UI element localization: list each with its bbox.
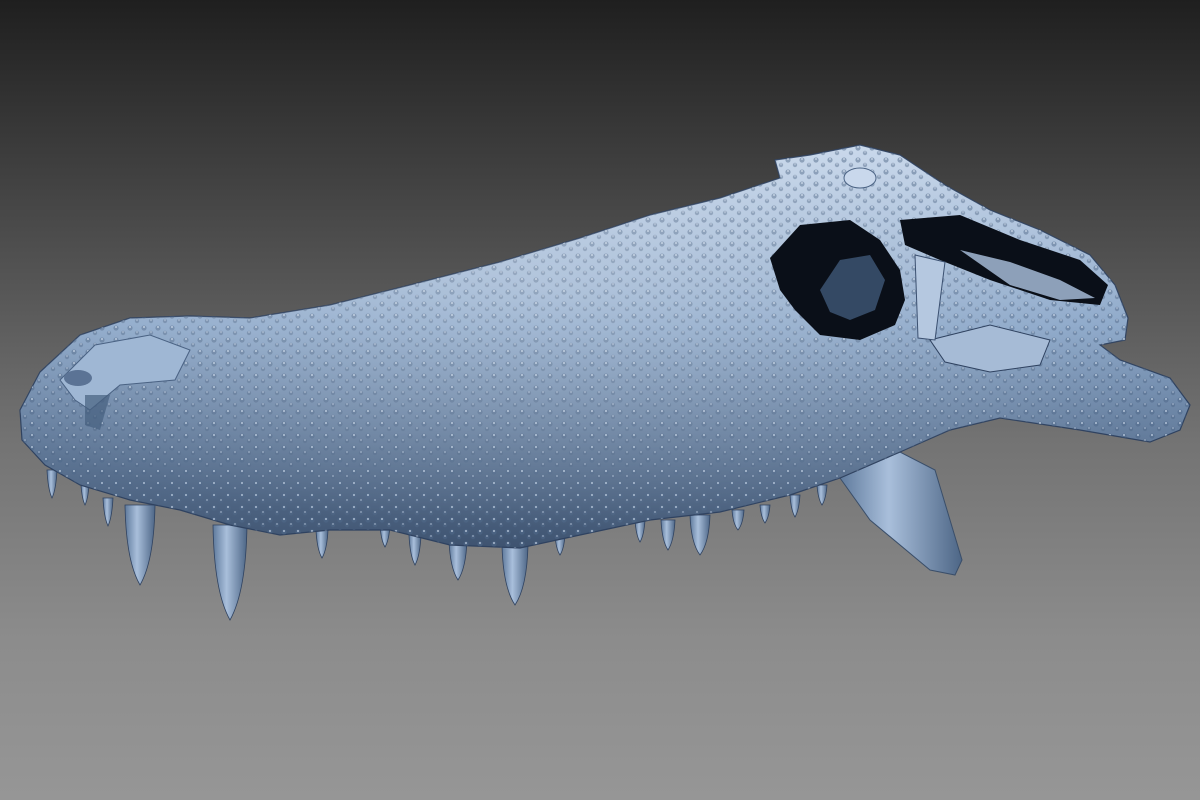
tooth: [124, 504, 156, 586]
tooth: [46, 469, 58, 499]
tooth: [660, 519, 676, 551]
3d-viewport[interactable]: [0, 0, 1200, 800]
tooth: [408, 534, 422, 566]
tooth: [816, 484, 828, 506]
tooth: [731, 509, 745, 531]
tooth: [689, 514, 711, 556]
tooth: [789, 494, 801, 518]
tooth: [315, 529, 329, 559]
tooth: [102, 497, 114, 527]
skull-render[interactable]: [0, 0, 1200, 800]
tooth: [80, 484, 90, 506]
tooth: [501, 544, 529, 606]
tooth: [759, 504, 771, 524]
tooth: [212, 524, 248, 621]
